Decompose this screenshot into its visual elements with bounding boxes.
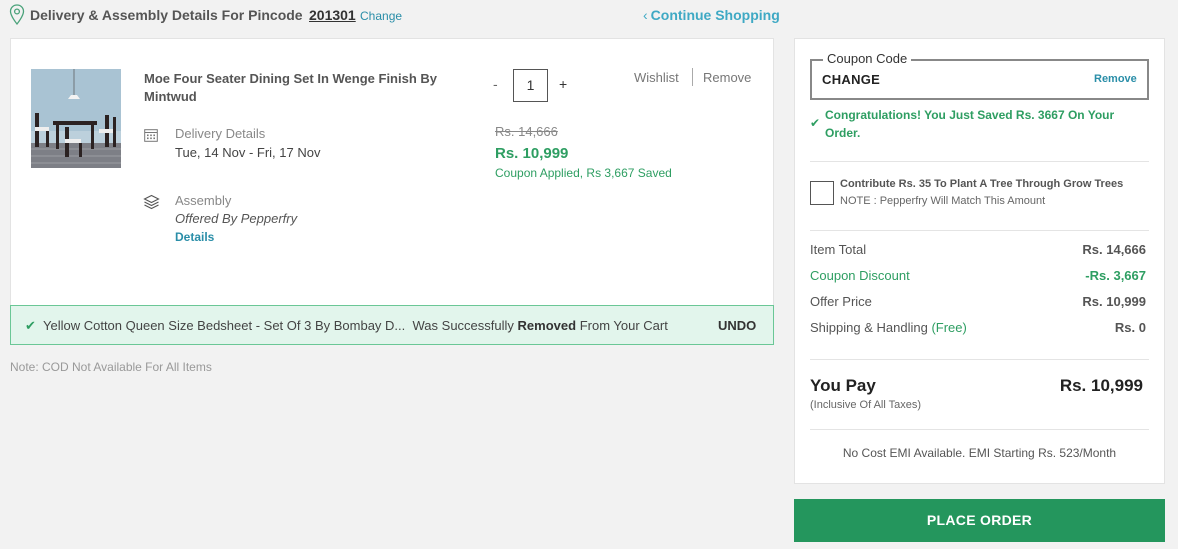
delivery-header-title: Delivery & Assembly Details For Pincode [30,7,303,23]
divider [810,230,1149,231]
assembly-details-link[interactable]: Details [175,230,214,244]
plant-tree-checkbox[interactable] [810,181,834,205]
product-image[interactable] [31,69,121,168]
action-separator [692,68,693,86]
coupon-code-legend: Coupon Code [823,51,912,66]
remove-item-button[interactable]: Remove [703,70,751,85]
product-name[interactable]: Moe Four Seater Dining Set In Wenge Fini… [144,70,444,106]
assembly-label: Assembly [175,193,232,208]
coupon-discount-value: -Rs. 3,667 [1085,268,1146,283]
coupon-applied-note: Coupon Applied, Rs 3,667 Saved [495,166,672,180]
assembly-offered-by: Offered By Pepperfry [175,211,298,226]
pincode-value: 201301 [309,7,356,23]
removed-item-name: Yellow Cotton Queen Size Bedsheet - Set … [43,318,406,333]
removed-from-text: From Your Cart [579,318,668,333]
qty-increase-button[interactable]: + [559,76,567,92]
undo-button[interactable]: UNDO [718,318,756,333]
you-pay-value: Rs. 10,999 [1059,376,1143,395]
removed-word: Removed [517,318,577,333]
removed-was-text: Was Successfully [412,318,514,333]
plant-tree-label: Contribute Rs. 35 To Plant A Tree Throug… [840,178,1124,190]
offer-price-value: Rs. 10,999 [1082,294,1146,309]
coupon-success-message: Congratulations! You Just Saved Rs. 3667… [825,108,1115,140]
delivery-dates: Tue, 14 Nov - Fri, 17 Nov [175,145,321,160]
qty-decrease-button[interactable]: - [493,76,498,92]
coupon-code-value[interactable]: CHANGE [822,72,880,87]
divider [810,429,1149,430]
item-total-label: Item Total [810,242,867,257]
dining-set-illustration [31,69,121,168]
delivery-details-label: Delivery Details [175,126,266,141]
plant-tree-note: NOTE : Pepperfry Will Match This Amount [840,195,1046,207]
divider [810,359,1149,360]
offer-price: Rs. 10,999 [495,145,569,162]
coupon-remove-button[interactable]: Remove [1094,73,1137,85]
location-pin-icon [9,4,25,26]
shipping-value: Rs. 0 [1114,320,1146,335]
chevron-left-icon: ‹ [643,7,648,23]
coupon-discount-label: Coupon Discount [810,268,910,283]
continue-shopping-label: Continue Shopping [650,7,780,23]
calendar-icon [144,129,158,142]
change-pincode-link[interactable]: Change [360,9,402,23]
shipping-free-tag: (Free) [931,320,967,335]
check-icon: ✔ [810,116,821,130]
removed-message: Yellow Cotton Queen Size Bedsheet - Set … [43,318,668,333]
offer-price-label: Offer Price [810,294,872,309]
shipping-label-text: Shipping & Handling [810,320,928,335]
emi-info: No Cost EMI Available. EMI Starting Rs. … [842,446,1117,460]
quantity-input[interactable]: 1 [513,69,548,102]
continue-shopping-link[interactable]: ‹ Continue Shopping [643,7,780,23]
wishlist-button[interactable]: Wishlist [634,70,679,85]
item-total-value: Rs. 14,666 [1082,242,1146,257]
shipping-label: Shipping & Handling (Free) [810,320,967,335]
cod-note: Note: COD Not Available For All Items [10,360,212,374]
layers-icon [143,194,160,210]
you-pay-label: You Pay [810,376,876,395]
inclusive-taxes-note: (Inclusive Of All Taxes) [810,399,922,411]
place-order-button[interactable]: PLACE ORDER [794,499,1165,542]
check-icon: ✔ [25,318,36,333]
order-summary-panel [794,38,1165,484]
divider [810,161,1149,162]
original-price: Rs. 14,666 [495,124,558,139]
